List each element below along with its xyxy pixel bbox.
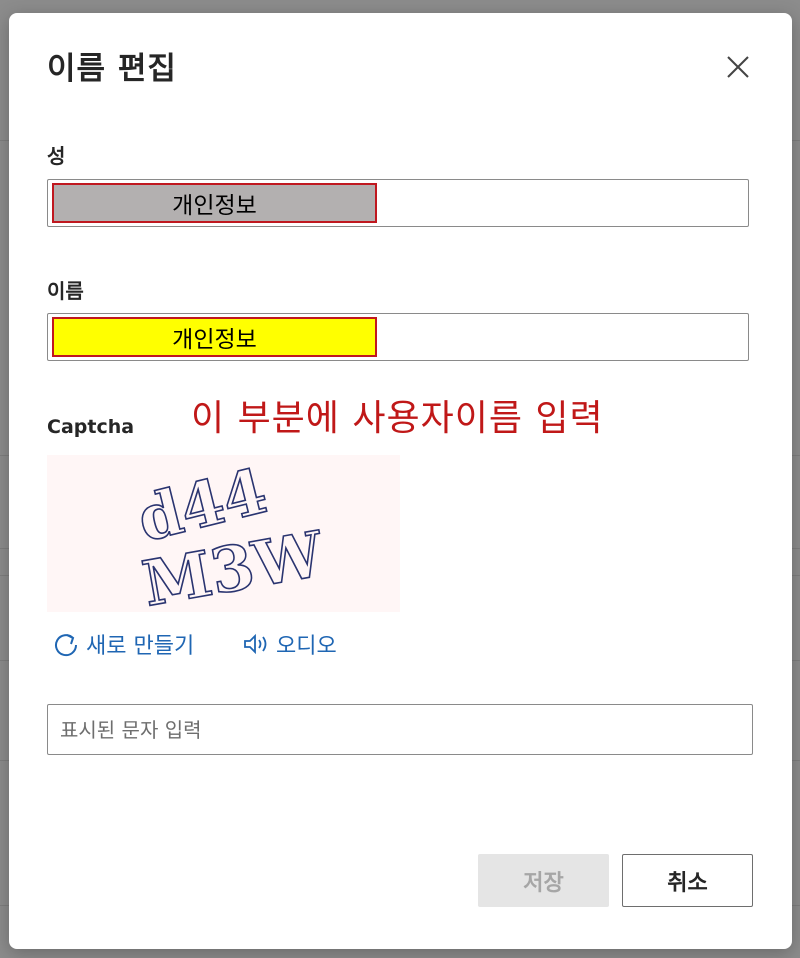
- first-name-field[interactable]: 개인정보: [47, 313, 749, 361]
- last-name-redaction: 개인정보: [52, 183, 377, 223]
- captcha-input[interactable]: [47, 704, 753, 755]
- first-name-label: 이름: [47, 279, 84, 303]
- dialog-title: 이름 편집: [47, 51, 177, 87]
- captcha-glyphs: d44 M3W: [130, 453, 331, 621]
- refresh-captcha-button[interactable]: 새로 만들기: [52, 629, 194, 659]
- audio-captcha-button[interactable]: 오디오: [242, 629, 337, 659]
- speaker-icon: [244, 633, 267, 655]
- refresh-icon: [55, 634, 78, 657]
- captcha-label: Captcha: [47, 416, 135, 438]
- close-icon: [727, 56, 749, 78]
- save-button[interactable]: 저장: [478, 854, 609, 907]
- last-name-label: 성: [47, 144, 66, 168]
- cancel-button[interactable]: 취소: [622, 854, 753, 907]
- close-button[interactable]: [725, 54, 751, 80]
- instruction-annotation: 이 부분에 사용자이름 입력: [191, 398, 604, 439]
- first-name-redaction: 개인정보: [52, 317, 377, 357]
- refresh-label: 새로 만들기: [86, 634, 195, 659]
- audio-label: 오디오: [276, 634, 337, 659]
- captcha-image: d44 M3W: [47, 453, 400, 621]
- last-name-field[interactable]: 개인정보: [47, 179, 749, 227]
- edit-name-dialog: 이름 편집 성 개인정보 이름 개인정보 이 부분에 사용자이름 입력 Capt…: [9, 13, 792, 949]
